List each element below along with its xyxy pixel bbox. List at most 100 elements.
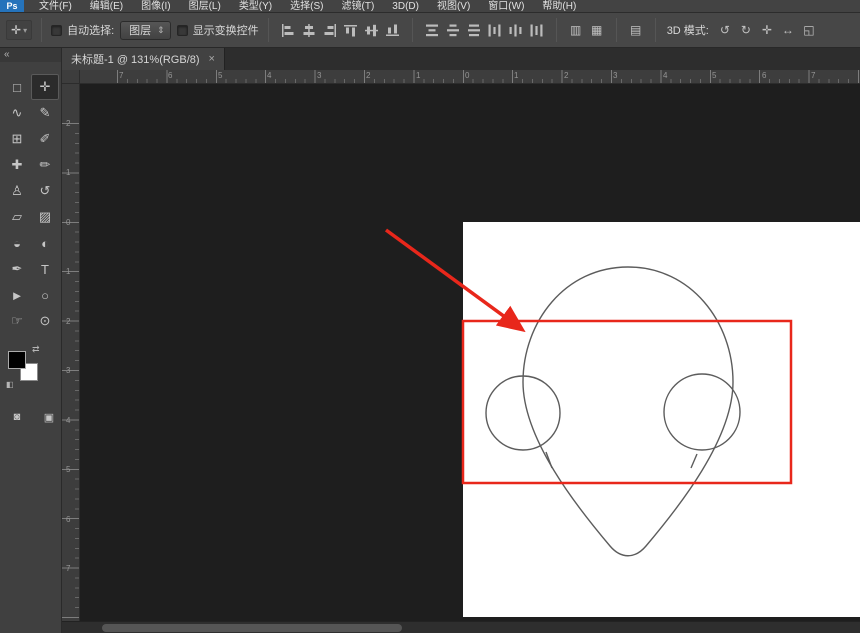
foreground-color-swatch[interactable] <box>8 351 26 369</box>
document-tab-title: 未标题-1 @ 131%(RGB/8) <box>71 51 200 67</box>
tools-panel-collapse[interactable]: « <box>0 48 61 62</box>
align-buttons-group <box>278 20 403 40</box>
auto-align-layers-button[interactable]: ▤ <box>626 20 646 40</box>
menu-item-3d[interactable]: 3D(D) <box>383 0 428 13</box>
distribute-vertical-centers-button[interactable] <box>443 20 463 40</box>
distribute-buttons-group <box>422 20 547 40</box>
tool-pen[interactable]: ✒ <box>3 256 31 282</box>
menu-item-type[interactable]: 类型(Y) <box>230 0 281 13</box>
align-bottom-edges-button[interactable] <box>383 20 403 40</box>
3d-mode-label: 3D 模式: <box>667 22 709 38</box>
quick-mask-icon: ◙ <box>14 411 21 423</box>
align-top-edges-button[interactable] <box>341 20 361 40</box>
3d-drag-button[interactable]: ✛ <box>757 20 777 40</box>
horizontal-ruler[interactable]: 7 6 5 4 3 2 1 0 1 2 3 4 5 6 7 <box>80 70 860 84</box>
show-transform-label: 显示变换控件 <box>193 22 259 38</box>
rectangular-marquee-icon: □ <box>13 80 21 95</box>
tool-history-brush[interactable]: ↺ <box>31 178 59 204</box>
document-tab[interactable]: 未标题-1 @ 131%(RGB/8) × <box>62 48 225 70</box>
show-transform-toggle[interactable]: 显示变换控件 <box>177 22 259 38</box>
distribute-spacing-vertical-button[interactable]: ▥ <box>566 20 586 40</box>
tool-preset-picker[interactable]: ✛ ▾ <box>6 20 32 40</box>
tool-hand[interactable]: ☞ <box>3 308 31 334</box>
screen-mode-button[interactable]: ▣ <box>39 408 59 426</box>
move-tool-icon: ✛ <box>40 79 51 95</box>
tool-quick-selection[interactable]: ✎ <box>31 100 59 126</box>
quick-mask-button[interactable]: ◙ <box>7 408 27 426</box>
tool-brush[interactable]: ✏ <box>31 152 59 178</box>
align-right-edges-icon <box>323 24 337 37</box>
distribute-spacing-vertical-icon: ▥ <box>570 23 581 37</box>
tool-crop[interactable]: ⊞ <box>3 126 31 152</box>
pen-icon: ✒ <box>12 261 23 277</box>
distribute-left-edges-button[interactable] <box>485 20 505 40</box>
tool-lasso[interactable]: ∿ <box>3 100 31 126</box>
document-canvas[interactable] <box>463 222 860 617</box>
menu-item-view[interactable]: 视图(V) <box>428 0 479 13</box>
tab-close-icon[interactable]: × <box>209 53 215 65</box>
menu-item-select[interactable]: 选择(S) <box>281 0 332 13</box>
menu-item-file[interactable]: 文件(F) <box>30 0 81 13</box>
menu-item-layer[interactable]: 图层(L) <box>180 0 230 13</box>
menu-item-help[interactable]: 帮助(H) <box>533 0 585 13</box>
menu-item-window[interactable]: 窗口(W) <box>479 0 533 13</box>
menu-item-filter[interactable]: 滤镜(T) <box>333 0 384 13</box>
ruler-number: 2 <box>66 317 70 326</box>
align-horizontal-centers-button[interactable] <box>299 20 319 40</box>
align-right-edges-button[interactable] <box>320 20 340 40</box>
align-vertical-centers-button[interactable] <box>362 20 382 40</box>
auto-select-toggle[interactable]: 自动选择: <box>51 22 114 38</box>
spot-healing-brush-icon: ✚ <box>12 157 23 173</box>
default-colors-icon[interactable]: ◧ <box>6 380 14 389</box>
canvas-viewport[interactable] <box>80 84 860 621</box>
scrollbar-thumb[interactable] <box>102 624 402 632</box>
ruler-row: 7 6 5 4 3 2 1 0 1 2 3 4 5 6 7 <box>62 70 860 84</box>
tool-spot-healing-brush[interactable]: ✚ <box>3 152 31 178</box>
vertical-ruler[interactable]: 2 1 0 1 2 3 4 5 6 7 <box>62 84 80 621</box>
distribute-spacing-horizontal-button[interactable]: ▦ <box>587 20 607 40</box>
align-left-edges-button[interactable] <box>278 20 298 40</box>
workspace: « □ ✛ ∿ ✎ ⊞ ✐ ✚ ✏ ♙ ↺ ▱ ▨ ◒ ◐ ✒ T ► ○ ☞ <box>0 48 860 633</box>
tool-zoom[interactable]: ⊙ <box>31 308 59 334</box>
menu-item-edit[interactable]: 编辑(E) <box>81 0 132 13</box>
ruler-number: 1 <box>66 168 70 177</box>
distribute-left-edges-icon <box>488 24 502 37</box>
3d-slide-button[interactable]: ↔ <box>778 20 798 40</box>
swap-colors-icon[interactable]: ⇄ <box>32 344 40 355</box>
tool-dodge[interactable]: ◐ <box>31 230 59 256</box>
tool-clone-stamp[interactable]: ♙ <box>3 178 31 204</box>
crop-icon: ⊞ <box>12 131 23 147</box>
tool-eyedropper[interactable]: ✐ <box>31 126 59 152</box>
ruler-number: 7 <box>811 71 815 80</box>
lasso-icon: ∿ <box>12 105 23 121</box>
horizontal-scrollbar[interactable] <box>62 621 860 633</box>
3d-rotate-button[interactable]: ↺ <box>715 20 735 40</box>
ruler-number: 2 <box>366 71 370 80</box>
color-swatches: ⇄ ◧ <box>6 344 50 392</box>
ruler-number: 1 <box>66 267 70 276</box>
3d-scale-button[interactable]: ◱ <box>799 20 819 40</box>
tool-eraser[interactable]: ▱ <box>3 204 31 230</box>
distribute-top-edges-icon <box>425 24 439 37</box>
distribute-right-edges-button[interactable] <box>527 20 547 40</box>
distribute-top-edges-button[interactable] <box>422 20 442 40</box>
auto-select-target-dropdown[interactable]: 图层 ⇕ <box>120 21 171 40</box>
tool-move[interactable]: ✛ <box>31 74 59 100</box>
ruler-origin-corner[interactable] <box>62 70 80 84</box>
show-transform-checkbox[interactable] <box>177 25 188 36</box>
tool-rectangular-marquee[interactable]: □ <box>3 74 31 100</box>
menu-item-image[interactable]: 图像(I) <box>132 0 179 13</box>
distribute-horizontal-centers-button[interactable] <box>506 20 526 40</box>
brush-icon: ✏ <box>40 157 51 173</box>
tool-ellipse-shape[interactable]: ○ <box>31 282 59 308</box>
tool-gradient[interactable]: ▨ <box>31 204 59 230</box>
auto-select-checkbox[interactable] <box>51 25 62 36</box>
tool-blur[interactable]: ◒ <box>3 230 31 256</box>
distribute-bottom-edges-button[interactable] <box>464 20 484 40</box>
ruler-number: 0 <box>465 71 469 80</box>
options-bar: ✛ ▾ 自动选择: 图层 ⇕ 显示变换控件 <box>0 13 860 48</box>
tool-path-selection[interactable]: ► <box>3 282 31 308</box>
3d-roll-button[interactable]: ↻ <box>736 20 756 40</box>
tool-type[interactable]: T <box>31 256 59 282</box>
separator <box>616 18 617 42</box>
